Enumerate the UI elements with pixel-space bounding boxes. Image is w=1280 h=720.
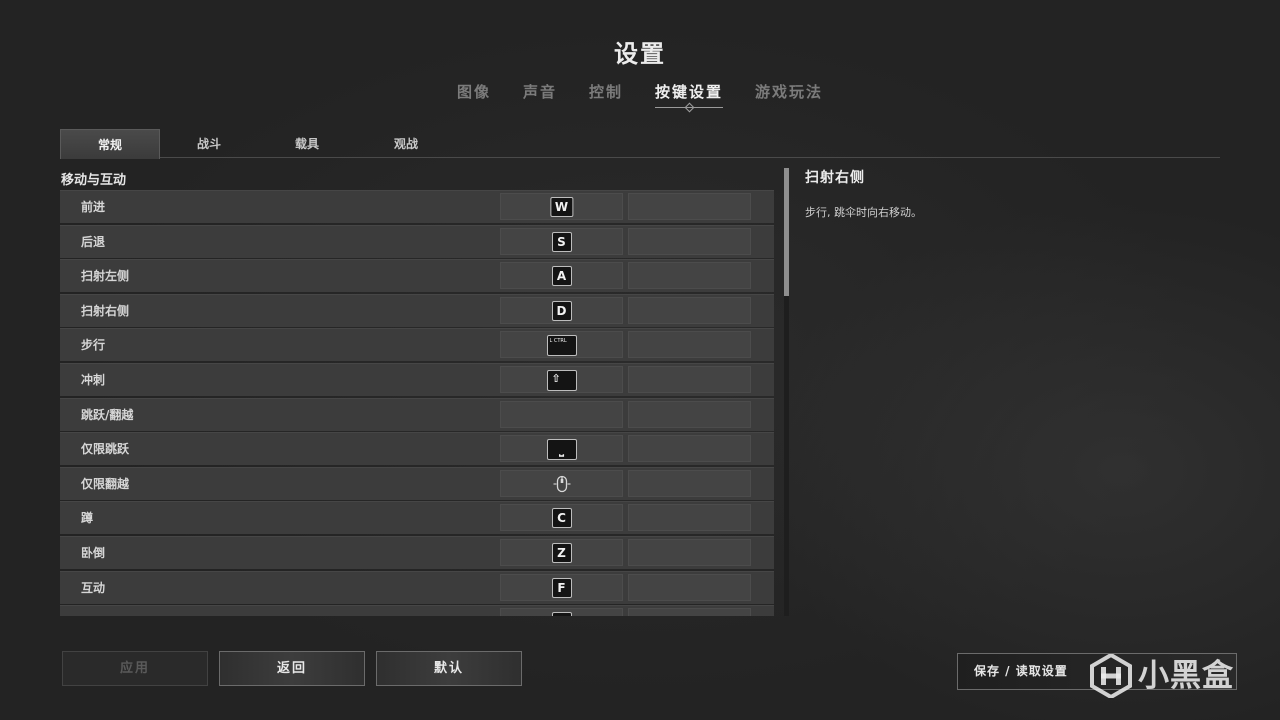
sub-tab-bar: 常规 战斗 载具 观战 xyxy=(60,129,1220,159)
secondary-binding-slot[interactable] xyxy=(628,193,751,220)
secondary-binding-slot[interactable] xyxy=(628,469,751,497)
tab-keybindings[interactable]: 按键设置 xyxy=(655,81,724,113)
secondary-binding-slot[interactable] xyxy=(628,504,751,532)
primary-binding-slot[interactable]: ⎵ xyxy=(500,435,623,463)
shift-key-icon: ⇧ xyxy=(546,370,577,391)
page-title: 设置 xyxy=(614,40,666,68)
keycap xyxy=(551,612,572,616)
tab-keybindings-label: 按键设置 xyxy=(655,83,724,101)
secondary-binding-slot[interactable] xyxy=(628,331,751,359)
action-label: 步行 xyxy=(81,338,106,353)
secondary-binding-slot[interactable] xyxy=(628,296,751,324)
primary-binding-slot[interactable]: Z xyxy=(500,539,623,566)
action-label: 前进 xyxy=(81,200,106,214)
action-label: 扫射左侧 xyxy=(81,269,130,284)
mouse-icon xyxy=(553,475,570,492)
primary-binding-slot[interactable]: F xyxy=(500,573,623,601)
keybinding-row-interact[interactable]: 互动 F xyxy=(60,570,774,604)
action-label: 蹲 xyxy=(81,511,94,526)
keybinding-row-jump-vault[interactable]: 跳跃/翻越 xyxy=(60,397,774,431)
watermark: 小黑盒 xyxy=(1090,652,1250,702)
secondary-binding-slot[interactable] xyxy=(628,227,751,255)
tab-sound[interactable]: 声音 xyxy=(523,81,557,108)
tab-gameplay[interactable]: 游戏玩法 xyxy=(755,81,823,108)
action-label: 仅限翻越 xyxy=(81,476,130,491)
keybinding-row-crouch[interactable]: 蹲 C xyxy=(60,501,774,535)
keycap: S xyxy=(551,231,572,252)
detail-title: 扫射右侧 xyxy=(805,170,865,186)
keybinding-row-strafe-right[interactable]: 扫射右侧 D xyxy=(60,293,774,327)
primary-binding-slot[interactable] xyxy=(500,469,623,497)
secondary-binding-slot[interactable] xyxy=(628,400,751,428)
primary-binding-slot[interactable]: D xyxy=(500,296,623,324)
primary-binding-slot[interactable]: C xyxy=(500,504,623,532)
keycap: W xyxy=(549,197,574,217)
secondary-binding-slot[interactable] xyxy=(628,366,751,393)
keybinding-list: 前进 W 后退 S 扫射左侧 A 扫射右侧 D 步行 L CTRL 冲刺 ⇧ 跳… xyxy=(60,190,774,616)
keycap: F xyxy=(551,577,572,598)
keybinding-row-sprint[interactable]: 冲刺 ⇧ xyxy=(60,363,774,396)
section-heading: 移动与互动 xyxy=(61,173,127,188)
active-tab-indicator-icon xyxy=(684,102,695,113)
keybinding-row-strafe-left[interactable]: 扫射左侧 A xyxy=(60,259,774,293)
action-label: 扫射右侧 xyxy=(81,303,130,318)
keybinding-list-scrollbar[interactable] xyxy=(784,168,789,616)
keycap: Z xyxy=(551,543,572,563)
keybinding-row-walk[interactable]: 步行 L CTRL xyxy=(60,328,774,362)
tab-controls[interactable]: 控制 xyxy=(589,81,623,108)
back-button[interactable]: 返回 xyxy=(219,651,365,686)
detail-description: 步行, 跳伞时向右移动。 xyxy=(805,206,922,219)
primary-binding-slot[interactable]: S xyxy=(500,227,623,255)
subtab-combat[interactable]: 战斗 xyxy=(160,129,258,157)
watermark-text: 小黑盒 xyxy=(1138,658,1234,694)
keybinding-row-vault-only[interactable]: 仅限翻越 xyxy=(60,466,774,500)
keybinding-row-prone[interactable]: 卧倒 Z xyxy=(60,536,774,569)
primary-binding-slot[interactable]: A xyxy=(500,262,623,290)
primary-binding-slot[interactable] xyxy=(500,608,623,616)
action-label: 跳跃/翻越 xyxy=(81,407,134,422)
settings-screen: 设置 图像 声音 控制 按键设置 游戏玩法 常规 战斗 载具 观战 移动与互动 … xyxy=(0,0,1280,720)
xiaoheihe-logo-icon xyxy=(1090,654,1132,698)
tab-graphics[interactable]: 图像 xyxy=(457,81,491,108)
keybinding-row-forward[interactable]: 前进 W xyxy=(60,190,774,223)
spacebar-key-icon: ⎵ xyxy=(546,439,577,461)
keycap-lctrl: L CTRL xyxy=(546,335,577,357)
keycap: D xyxy=(551,300,572,321)
primary-binding-slot[interactable]: W xyxy=(500,193,623,220)
primary-binding-slot[interactable]: L CTRL xyxy=(500,331,623,359)
subtab-spectate[interactable]: 观战 xyxy=(357,129,455,157)
main-tab-bar: 图像 声音 控制 按键设置 游戏玩法 xyxy=(0,81,1280,113)
scrollbar-thumb[interactable] xyxy=(784,168,789,296)
secondary-binding-slot[interactable] xyxy=(628,435,751,463)
keycap: C xyxy=(551,508,572,529)
save-load-label: 保存 / 读取设置 xyxy=(974,664,1068,678)
keycap: A xyxy=(551,266,572,287)
default-button[interactable]: 默认 xyxy=(376,651,522,686)
subtab-general[interactable]: 常规 xyxy=(60,129,160,159)
keybinding-row-jump-only[interactable]: 仅限跳跃 ⎵ xyxy=(60,432,774,466)
action-label: 卧倒 xyxy=(81,546,106,560)
primary-binding-slot[interactable] xyxy=(500,400,623,428)
primary-binding-slot[interactable]: ⇧ xyxy=(500,366,623,393)
secondary-binding-slot[interactable] xyxy=(628,539,751,566)
secondary-binding-slot[interactable] xyxy=(628,262,751,290)
action-label: 互动 xyxy=(81,580,106,595)
keybinding-row-backward[interactable]: 后退 S xyxy=(60,224,774,258)
keybinding-row-partial[interactable] xyxy=(60,605,774,616)
secondary-binding-slot[interactable] xyxy=(628,608,751,616)
secondary-binding-slot[interactable] xyxy=(628,573,751,601)
subtab-vehicle[interactable]: 载具 xyxy=(258,129,356,157)
action-label: 后退 xyxy=(81,234,106,249)
action-label: 冲刺 xyxy=(81,373,106,387)
action-label: 仅限跳跃 xyxy=(81,442,130,457)
apply-button[interactable]: 应用 xyxy=(62,651,208,686)
